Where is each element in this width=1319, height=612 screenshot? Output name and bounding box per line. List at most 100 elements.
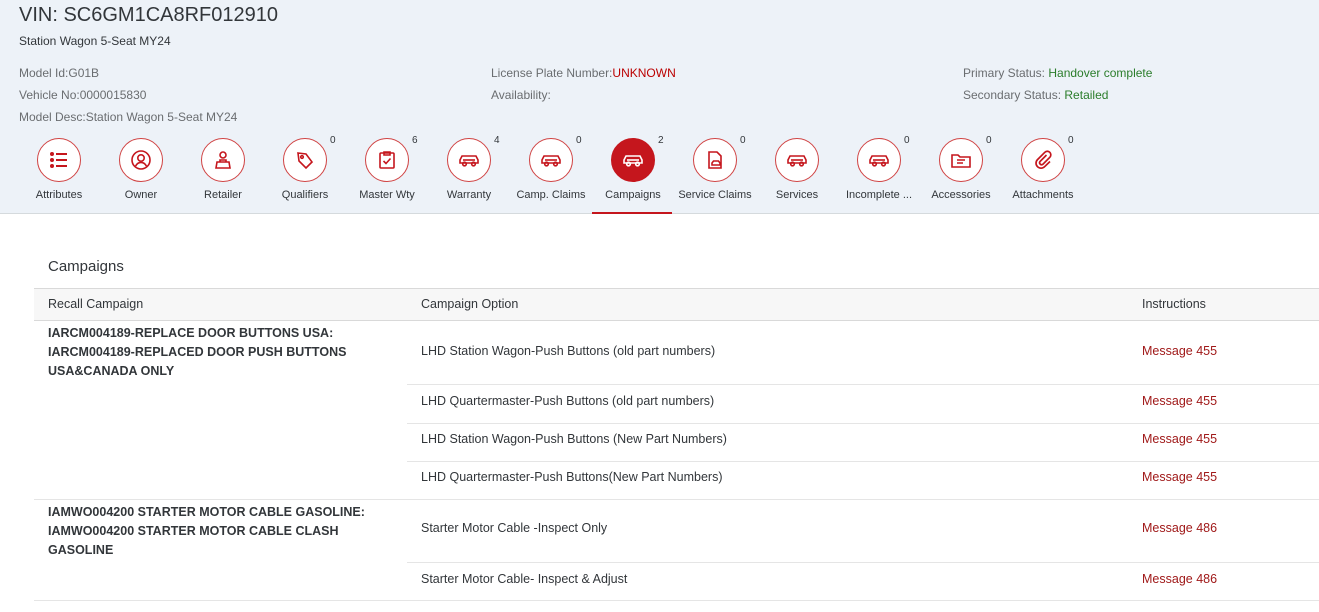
column-header-recall-campaign: Recall Campaign — [48, 297, 144, 311]
tab-incomplete-circle — [857, 138, 901, 182]
campaign-option-cell: LHD Quartermaster-Push Buttons (old part… — [421, 394, 715, 408]
tab-accessories-circle — [939, 138, 983, 182]
list-icon — [50, 152, 67, 168]
retailer-icon — [215, 151, 231, 169]
tab-camp-claims[interactable]: 0 Camp. Claims — [510, 135, 592, 214]
table-row-group: IAMWO004200 STARTER MOTOR CABLE GASOLINE… — [34, 500, 1319, 601]
tab-count: 0 — [904, 135, 910, 146]
car-icon — [459, 155, 479, 167]
tab-count: 6 — [412, 135, 418, 146]
folder-icon — [951, 154, 971, 168]
primary-status-value: Handover complete — [1048, 66, 1153, 80]
paperclip-icon — [1035, 150, 1052, 169]
license-plate-label: License Plate Number: — [491, 66, 613, 80]
tab-master-wty[interactable]: 6 Master Wty — [346, 135, 428, 214]
tag-icon — [297, 152, 314, 170]
column-header-campaign-option: Campaign Option — [421, 297, 519, 311]
campaign-option-cell: LHD Station Wagon-Push Buttons (New Part… — [421, 432, 727, 446]
tab-label: Owner — [124, 189, 158, 201]
tab-campaigns[interactable]: 2 Campaigns — [592, 135, 674, 214]
tab-label: Retailer — [204, 189, 242, 201]
tab-label: Service Claims — [678, 189, 752, 201]
campaign-option-cell: LHD Station Wagon-Push Buttons (old part… — [421, 344, 716, 358]
instruction-link[interactable]: Message 455 — [1142, 432, 1217, 446]
tab-label: Attributes — [35, 189, 83, 201]
tab-camp-claims-circle — [529, 138, 573, 182]
campaign-option-cell: Starter Motor Cable -Inspect Only — [421, 521, 608, 535]
tab-attachments[interactable]: 0 Attachments — [1002, 135, 1084, 214]
tab-count: 0 — [1068, 135, 1074, 146]
row-divider — [407, 461, 1319, 462]
recall-campaign-cell: IAMWO004200 STARTER MOTOR CABLE GASOLINE… — [48, 505, 365, 557]
tab-services-circle — [775, 138, 819, 182]
recall-campaign-cell: IARCM004189-REPLACE DOOR BUTTONS USA: IA… — [48, 326, 347, 378]
instruction-link[interactable]: Message 486 — [1142, 521, 1217, 535]
tab-label: Camp. Claims — [516, 189, 586, 201]
campaigns-section-title: Campaigns — [48, 258, 124, 275]
secondary-status: Secondary Status: Retailed — [963, 88, 1108, 102]
row-divider — [407, 423, 1319, 424]
tab-label: Warranty — [446, 189, 492, 201]
service-claim-icon — [708, 151, 722, 169]
tab-retailer[interactable]: Retailer — [182, 138, 264, 214]
primary-status: Primary Status: Handover complete — [963, 66, 1152, 80]
tab-owner-circle — [119, 138, 163, 182]
license-plate-value: UNKNOWN — [612, 66, 676, 80]
tab-count: 2 — [658, 135, 664, 146]
instruction-link[interactable]: Message 455 — [1142, 394, 1217, 408]
instruction-link[interactable]: Message 455 — [1142, 344, 1217, 358]
tab-count: 0 — [740, 135, 746, 146]
checklist-icon — [379, 151, 395, 169]
page-subtitle: Station Wagon 5-Seat MY24 — [19, 34, 171, 48]
campaigns-table: Recall Campaign Campaign Option Instruct… — [34, 288, 1319, 601]
campaign-option-cell: LHD Quartermaster-Push Buttons(New Part … — [421, 470, 723, 484]
tab-retailer-circle — [201, 138, 245, 182]
tab-owner[interactable]: Owner — [100, 138, 182, 214]
tab-campaigns-circle — [611, 138, 655, 182]
model-desc: Model Desc:Station Wagon 5-Seat MY24 — [19, 110, 238, 124]
car-icon — [787, 155, 807, 167]
tab-count: 0 — [330, 135, 336, 146]
tab-warranty[interactable]: 4 Warranty — [428, 135, 510, 214]
tab-label: Services — [775, 189, 819, 201]
tab-label: Qualifiers — [281, 189, 329, 201]
tab-attachments-circle — [1021, 138, 1065, 182]
tab-accessories[interactable]: 0 Accessories — [920, 135, 1002, 214]
tab-services[interactable]: Services — [756, 138, 838, 214]
tab-count: 0 — [576, 135, 582, 146]
instruction-link[interactable]: Message 455 — [1142, 470, 1217, 484]
row-divider — [407, 384, 1319, 385]
tab-service-claims[interactable]: 0 Service Claims — [674, 135, 756, 214]
active-tab-indicator — [592, 212, 672, 214]
tab-warranty-circle — [447, 138, 491, 182]
availability: Availability: — [491, 88, 551, 102]
tab-count: 0 — [986, 135, 992, 146]
tab-label: Accessories — [931, 189, 991, 201]
secondary-status-label: Secondary Status: — [963, 88, 1065, 102]
tab-attributes[interactable]: Attributes — [18, 138, 100, 214]
instruction-link[interactable]: Message 486 — [1142, 572, 1217, 586]
table-header: Recall Campaign Campaign Option Instruct… — [34, 288, 1319, 321]
primary-status-label: Primary Status: — [963, 66, 1049, 80]
campaign-option-cell: Starter Motor Cable- Inspect & Adjust — [421, 572, 628, 586]
person-icon — [131, 150, 151, 170]
tab-service-claims-circle — [693, 138, 737, 182]
car-icon — [541, 155, 561, 167]
tab-count: 4 — [494, 135, 500, 146]
tab-label: Campaigns — [605, 189, 661, 201]
table-row-group: IARCM004189-REPLACE DOOR BUTTONS USA: IA… — [34, 321, 1319, 500]
tab-qualifiers[interactable]: 0 Qualifiers — [264, 135, 346, 214]
tab-qualifiers-circle — [283, 138, 327, 182]
tab-label: Attachments — [1012, 189, 1074, 201]
car-icon — [869, 155, 889, 167]
vehicle-no: Vehicle No:0000015830 — [19, 88, 147, 102]
secondary-status-value: Retailed — [1064, 88, 1109, 102]
tab-attributes-circle — [37, 138, 81, 182]
model-id: Model Id:G01B — [19, 66, 100, 80]
object-header: VIN: SC6GM1CA8RF012910 Station Wagon 5-S… — [0, 0, 1319, 214]
tab-incomplete[interactable]: 0 Incomplete ... — [838, 135, 920, 214]
page-title: VIN: SC6GM1CA8RF012910 — [19, 4, 279, 26]
tab-label: Master Wty — [359, 189, 415, 201]
tab-master-wty-circle — [365, 138, 409, 182]
column-header-instructions: Instructions — [1142, 297, 1206, 311]
